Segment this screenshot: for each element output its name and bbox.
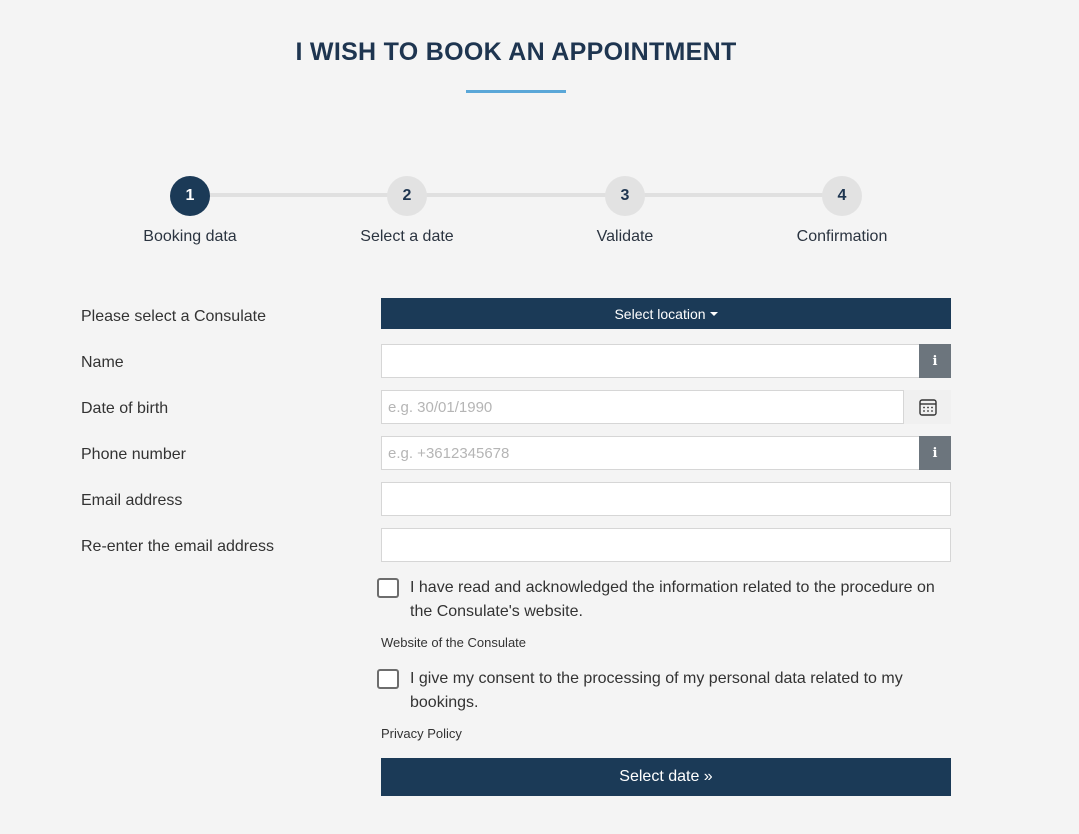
ack-checkbox[interactable]	[377, 578, 399, 598]
phone-label: Phone number	[81, 446, 186, 463]
step-label: Booking data	[143, 228, 237, 245]
select-location-label: Select location	[614, 305, 706, 322]
step-confirmation: 4 Confirmation	[752, 176, 932, 246]
dob-field	[381, 390, 951, 424]
page-title: I WISH TO BOOK AN APPOINTMENT	[295, 38, 737, 66]
privacy-policy-link[interactable]: Privacy Policy	[381, 726, 462, 741]
info-icon[interactable]: i	[919, 436, 951, 470]
email-field	[381, 482, 951, 516]
phone-field: i	[381, 436, 951, 470]
step-validate: 3 Validate	[535, 176, 715, 246]
info-icon[interactable]: i	[919, 344, 951, 378]
name-field: i	[381, 344, 951, 378]
dob-label: Date of birth	[81, 400, 169, 417]
step-label: Select a date	[360, 228, 454, 245]
stepper-track	[190, 193, 842, 197]
caret-down-icon	[709, 311, 718, 316]
consent-checkbox[interactable]	[377, 669, 399, 689]
step-label: Confirmation	[796, 228, 888, 245]
consent-text: I give my consent to the processing of m…	[410, 670, 903, 711]
consulate-website-link[interactable]: Website of the Consulate	[381, 635, 526, 650]
email-confirm-field	[381, 528, 951, 562]
step-booking-data: 1 Booking data	[100, 176, 280, 246]
email-input[interactable]	[382, 483, 950, 515]
email-label: Email address	[81, 492, 183, 509]
title-underline	[466, 90, 566, 93]
step-label: Validate	[596, 228, 654, 245]
booking-page: I WISH TO BOOK AN APPOINTMENT 1 Booking …	[0, 0, 1079, 834]
email-confirm-label: Re-enter the email address	[81, 538, 274, 555]
step-select-date: 2 Select a date	[317, 176, 497, 246]
step-number: 2	[387, 176, 427, 216]
select-date-button[interactable]: Select date »	[381, 758, 951, 796]
phone-input[interactable]	[382, 437, 918, 469]
email-confirm-input[interactable]	[382, 529, 950, 561]
step-number: 3	[605, 176, 645, 216]
consulate-label: Please select a Consulate	[81, 308, 266, 325]
progress-stepper: 1 Booking data 2 Select a date 3 Validat…	[0, 176, 1079, 256]
step-number: 4	[822, 176, 862, 216]
name-input[interactable]	[382, 345, 918, 377]
ack-text: I have read and acknowledged the informa…	[410, 579, 935, 620]
step-number: 1	[170, 176, 210, 216]
select-location-dropdown[interactable]: Select location	[381, 298, 951, 329]
dob-input[interactable]	[382, 391, 918, 423]
name-label: Name	[81, 354, 124, 371]
calendar-icon[interactable]	[903, 390, 951, 424]
